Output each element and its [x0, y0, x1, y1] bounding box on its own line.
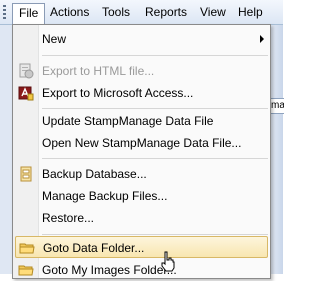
menu-reports[interactable]: Reports [139, 3, 193, 21]
toolbar-grip[interactable] [3, 5, 6, 19]
menu-separator [42, 234, 268, 235]
html-export-icon [18, 63, 34, 79]
menu-item-restore[interactable]: Restore... [15, 207, 268, 229]
menu-view[interactable]: View [194, 3, 232, 21]
menu-separator [42, 108, 268, 109]
background-text-field: ma [270, 98, 284, 114]
menu-item-label: Restore... [42, 211, 95, 225]
menu-item-manage-backups[interactable]: Manage Backup Files... [15, 185, 268, 207]
menu-item-update-data-file[interactable]: Update StampManage Data File [15, 110, 268, 132]
folder-icon [18, 262, 34, 278]
menu-bar: File Actions Tools Reports View Help [0, 0, 283, 25]
menu-item-label: Backup Database... [42, 167, 147, 181]
menu-file[interactable]: File [12, 3, 46, 24]
menu-item-goto-images-folder[interactable]: Goto My Images Folder... [15, 259, 268, 281]
menu-item-label: Open New StampManage Data File... [42, 136, 242, 150]
menu-item-open-data-file[interactable]: Open New StampManage Data File... [15, 132, 268, 154]
menu-tools[interactable]: Tools [96, 3, 136, 21]
menu-item-label: Manage Backup Files... [42, 189, 168, 203]
backup-icon [18, 166, 34, 182]
menu-item-backup-database[interactable]: Backup Database... [15, 163, 268, 185]
access-export-icon [18, 85, 34, 101]
menu-item-label: Export to HTML file... [42, 64, 155, 78]
menu-item-goto-data-folder[interactable]: Goto Data Folder... [15, 236, 268, 258]
menu-item-label: Goto Data Folder... [43, 241, 145, 255]
menu-separator [42, 158, 268, 159]
menu-actions[interactable]: Actions [44, 3, 95, 21]
menu-item-label: Update StampManage Data File [42, 114, 214, 128]
hand-cursor-icon [160, 251, 176, 273]
file-menu-dropdown: New Export to HTML file... Export to Mic… [12, 24, 271, 279]
folder-icon [19, 240, 35, 256]
menu-item-label: Goto My Images Folder... [42, 263, 177, 277]
menu-item-export-html[interactable]: Export to HTML file... [15, 60, 268, 82]
menu-item-new[interactable]: New [15, 28, 268, 50]
menu-item-export-access[interactable]: Export to Microsoft Access... [15, 82, 268, 104]
menu-separator [42, 55, 268, 56]
menu-item-label: New [42, 32, 67, 46]
menu-help[interactable]: Help [232, 3, 269, 21]
menu-item-label: Export to Microsoft Access... [42, 86, 194, 100]
submenu-arrow-icon [260, 35, 264, 43]
